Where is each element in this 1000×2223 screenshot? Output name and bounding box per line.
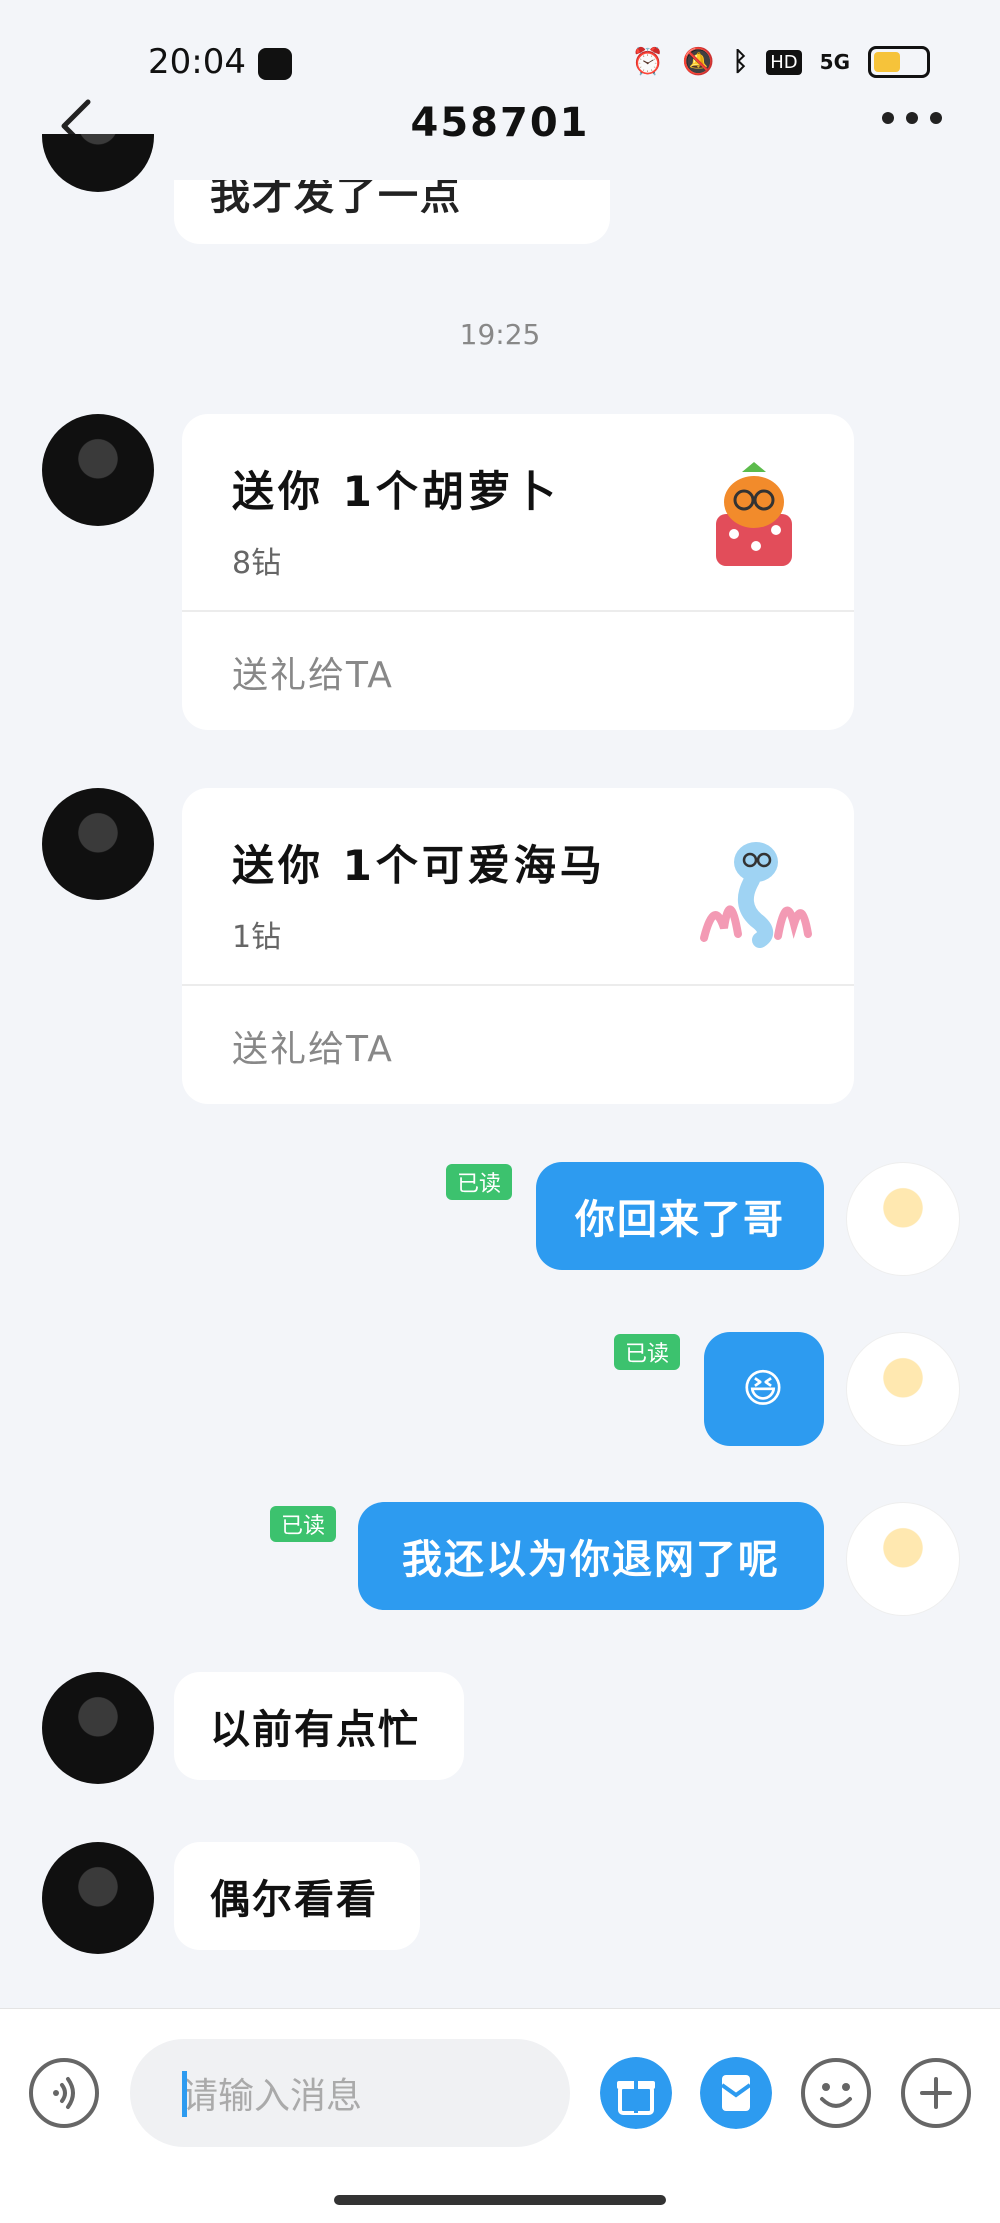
gift-card-carrot: 送你 1个胡萝卜 8钻 送礼给TA (182, 414, 854, 730)
read-badge: 已读 (614, 1334, 680, 1370)
read-badge: 已读 (446, 1164, 512, 1200)
alarm-icon: ⏰ (631, 47, 665, 77)
contact-avatar[interactable] (42, 1842, 154, 1954)
more-options-icon[interactable] (882, 112, 942, 124)
battery-icon (868, 46, 930, 78)
text-caret (182, 2071, 187, 2117)
gift-price: 1钻 (232, 920, 282, 955)
send-gift-link[interactable]: 送礼给TA (232, 646, 394, 698)
gift-title: 送你 1个可爱海马 (232, 841, 606, 890)
incoming-message: 偶尔看看 (174, 1842, 420, 1950)
contact-avatar[interactable] (42, 1672, 154, 1784)
composer-bar: 请输入消息 (0, 2008, 1000, 2223)
hd-icon: HD (766, 49, 802, 75)
outgoing-message: 你回来了哥 (536, 1162, 824, 1270)
seahorse-gift-icon (700, 842, 812, 948)
app-notification-icon (258, 48, 292, 80)
gift-divider (182, 984, 854, 986)
mute-icon: 🔕 (682, 47, 715, 77)
message-bubble-partial: 我才发了一点 (174, 180, 610, 244)
gift-icon[interactable] (600, 2057, 672, 2129)
message-input[interactable]: 请输入消息 (130, 2039, 570, 2147)
red-packet-icon[interactable] (700, 2057, 772, 2129)
home-indicator[interactable] (334, 2195, 666, 2205)
gift-price: 8钻 (232, 546, 282, 581)
message-input-placeholder: 请输入消息 (182, 2076, 363, 2117)
user-avatar[interactable] (846, 1332, 960, 1446)
emoji-icon[interactable] (800, 2057, 872, 2129)
gift-divider (182, 610, 854, 612)
status-icons: ⏰ 🔕 ᛒ HD 5G (632, 46, 930, 78)
user-avatar[interactable] (846, 1162, 960, 1276)
gift-title: 送你 1个胡萝卜 (232, 467, 560, 516)
contact-avatar[interactable] (42, 134, 154, 192)
add-more-icon[interactable] (900, 2057, 972, 2129)
outgoing-message-emoji: 😆 (704, 1332, 824, 1446)
carrot-gift-icon (716, 462, 792, 566)
voice-input-icon[interactable] (28, 2057, 100, 2129)
bluetooth-icon: ᛒ (732, 47, 749, 77)
gift-card-seahorse: 送你 1个可爱海马 1钻 送礼给TA (182, 788, 854, 1104)
contact-avatar[interactable] (42, 788, 154, 900)
user-avatar[interactable] (846, 1502, 960, 1616)
message-timestamp: 19:25 (459, 318, 541, 351)
send-gift-link[interactable]: 送礼给TA (232, 1020, 394, 1072)
read-badge: 已读 (270, 1506, 336, 1542)
incoming-message: 以前有点忙 (174, 1672, 464, 1780)
status-time: 20:04 (148, 42, 246, 82)
5g-signal-icon: 5G (819, 50, 850, 74)
outgoing-message: 我还以为你退网了呢 (358, 1502, 824, 1610)
contact-avatar[interactable] (42, 414, 154, 526)
